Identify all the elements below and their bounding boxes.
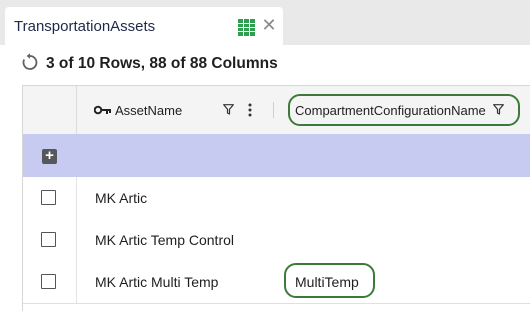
column-resize-handle[interactable] — [273, 102, 274, 118]
table-row[interactable]: MK Artic — [23, 177, 530, 220]
row-divider — [76, 261, 77, 303]
cell-assetname[interactable]: MK Artic — [95, 190, 147, 206]
row-column-summary: 3 of 10 Rows, 88 of 88 Columns — [46, 55, 278, 72]
header-divider — [76, 86, 77, 134]
table-row[interactable]: MK Artic Multi Temp MultiTemp — [23, 261, 530, 304]
table-grid-icon — [238, 19, 255, 36]
row-checkbox[interactable] — [41, 232, 56, 247]
refresh-icon[interactable] — [21, 53, 39, 71]
column-header-assetname[interactable]: AssetName — [115, 103, 182, 118]
highlight-outline — [284, 263, 375, 298]
grid-header: AssetName CompartmentConfigurationName — [23, 86, 530, 135]
row-divider — [76, 177, 77, 219]
column-header-compartmentconfigurationname[interactable]: CompartmentConfigurationName — [295, 103, 486, 118]
filter-icon[interactable] — [223, 104, 234, 115]
column-menu-icon[interactable] — [248, 103, 252, 117]
add-row-bar: + — [23, 134, 530, 178]
filter-icon[interactable] — [493, 104, 504, 115]
close-icon[interactable]: ✕ — [261, 16, 277, 34]
cell-assetname[interactable]: MK Artic Multi Temp — [95, 274, 218, 290]
row-checkbox[interactable] — [41, 274, 56, 289]
document-tab[interactable]: TransportationAssets ✕ — [5, 7, 283, 45]
key-icon — [94, 105, 111, 115]
row-divider — [76, 219, 77, 261]
data-grid: AssetName CompartmentConfigurationName +… — [22, 85, 530, 311]
tab-title: TransportationAssets — [14, 18, 156, 35]
cell-assetname[interactable]: MK Artic Temp Control — [95, 232, 234, 248]
add-row-icon[interactable]: + — [42, 148, 57, 164]
row-checkbox[interactable] — [41, 190, 56, 205]
table-row[interactable]: MK Artic Temp Control — [23, 219, 530, 262]
